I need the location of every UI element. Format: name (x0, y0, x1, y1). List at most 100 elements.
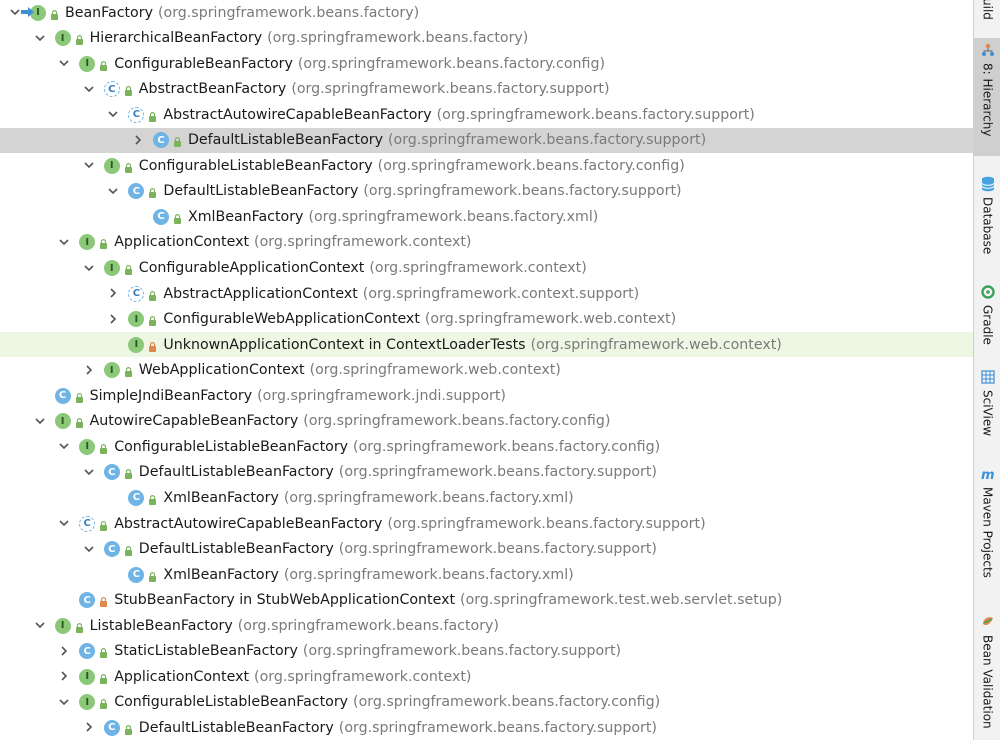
tool-tab-database[interactable]: Database (974, 172, 1000, 262)
expand-arrow-icon[interactable] (57, 644, 71, 658)
tree-node: C XmlBeanFactory (org.springframework.bean… (128, 562, 574, 587)
tool-tab-build[interactable]: uild (974, 0, 1000, 30)
type-name: StaticListableBeanFactory (114, 643, 298, 660)
collapse-arrow-icon[interactable] (82, 82, 96, 96)
collapse-arrow-icon[interactable] (82, 542, 96, 556)
expand-arrow-icon[interactable] (82, 363, 96, 377)
collapse-arrow-icon[interactable] (57, 439, 71, 453)
tree-row[interactable]: I ConfigurableApplicationContext (org.spri… (0, 256, 973, 281)
collapse-arrow-icon[interactable] (33, 618, 47, 632)
expand-arrow-icon[interactable] (82, 720, 96, 734)
tool-tab-maven[interactable]: m Maven Projects (974, 462, 1000, 582)
public-lock-icon (75, 391, 84, 403)
tree-row[interactable]: I ConfigurableListableBeanFactory (org.spr… (0, 434, 973, 459)
tree-row[interactable]: C DefaultListableBeanFactory (org.springfr… (0, 537, 973, 562)
tree-row[interactable]: C StubBeanFactory in StubWebApplicationCo… (0, 588, 973, 613)
tool-tab-bean-validation[interactable]: Bean Validation (974, 610, 1000, 735)
collapse-arrow-icon[interactable] (8, 5, 22, 19)
collapse-arrow-icon[interactable] (106, 107, 120, 121)
package-name: (org.springframework.context) (369, 260, 587, 276)
tree-node: C XmlBeanFactory (org.springframework.bean… (128, 485, 574, 510)
tree-row[interactable]: C XmlBeanFactory (org.springframework.bean… (0, 204, 973, 229)
tree-row[interactable]: C StaticListableBeanFactory (org.springfra… (0, 639, 973, 664)
collapse-arrow-icon[interactable] (57, 516, 71, 530)
package-name: (org.springframework.beans.factory.suppo… (387, 132, 707, 149)
collapse-arrow-icon[interactable] (57, 56, 71, 70)
tree-row[interactable]: I ApplicationContext (org.springframework.… (0, 230, 973, 255)
gradle-icon (980, 284, 996, 300)
tree-row[interactable]: I WebApplicationContext (org.springframewo… (0, 358, 973, 383)
collapse-arrow-icon[interactable] (106, 184, 120, 198)
tool-tab-hierarchy[interactable]: 8: Hierarchy (974, 38, 1000, 156)
tool-tab-label: Gradle (980, 305, 995, 345)
tree-row[interactable]: C AbstractBeanFactory (org.springframework… (0, 77, 973, 102)
tree-row[interactable]: I ApplicationContext (org.springframework.… (0, 664, 973, 689)
interface-icon: I (103, 362, 120, 379)
public-lock-icon (99, 237, 108, 250)
package-name: (org.springframework.beans.factory.xml) (283, 489, 574, 506)
tree-row[interactable]: C DefaultListableBeanFactory (org.springfr… (0, 715, 973, 740)
tree-row[interactable]: C DefaultListableBeanFactory (org.springfr… (0, 460, 973, 485)
tree-row[interactable]: I BeanFactory (org.springframework.beans.f… (0, 0, 973, 25)
collapse-arrow-icon[interactable] (57, 695, 71, 709)
collapse-arrow-icon[interactable] (33, 414, 47, 428)
type-name: DefaultListableBeanFactory (138, 541, 334, 558)
tree-row[interactable]: C DefaultListableBeanFactory (org.springfr… (0, 127, 973, 153)
package-name: (org.springframework.web.context) (424, 311, 677, 328)
tree-row[interactable]: I AutowireCapableBeanFactory (org.springfr… (0, 409, 973, 434)
class-icon: C (103, 719, 120, 736)
tree-row[interactable]: C DefaultListableBeanFactory (org.springfr… (0, 179, 973, 204)
type-name: DefaultListableBeanFactory (138, 719, 334, 736)
expand-arrow-icon[interactable] (106, 286, 120, 300)
tree-row[interactable]: I HierarchicalBeanFactory (org.springframe… (0, 26, 973, 51)
tree-row[interactable]: I UnknownApplicationContext in ContextLoa… (0, 332, 973, 358)
public-lock-icon (148, 570, 157, 582)
tree-row[interactable]: C AbstractAutowireCapableBeanFactory (org.… (0, 102, 973, 127)
tree-node: C SimpleJndiBeanFactory (org.springframewo… (54, 383, 506, 408)
expand-arrow-icon[interactable] (57, 669, 71, 683)
abstract-class-icon: C (103, 81, 120, 98)
class-icon: C (128, 183, 145, 200)
tree-row[interactable]: I ConfigurableListableBeanFactory (org.spr… (0, 153, 973, 178)
type-name: UnknownApplicationContext in ContextLoad… (163, 336, 526, 353)
type-name: BeanFactory (65, 4, 153, 21)
tree-node: I ApplicationContext (org.springframework.… (79, 230, 471, 255)
bean-validation-icon (980, 614, 996, 630)
tree-row[interactable]: I ConfigurableBeanFactory (org.springframe… (0, 51, 973, 76)
tree-row[interactable]: C AbstractAutowireCapableBeanFactory (org.… (0, 511, 973, 536)
tree-row[interactable]: C AbstractApplicationContext (org.springfr… (0, 281, 973, 306)
public-lock-icon (99, 672, 108, 684)
collapse-arrow-icon[interactable] (82, 158, 96, 172)
hierarchy-tree[interactable]: I BeanFactory (org.springframework.beans.f… (0, 0, 973, 740)
tree-row[interactable]: C XmlBeanFactory (org.springframework.bean… (0, 485, 973, 510)
collapse-arrow-icon[interactable] (82, 465, 96, 479)
expand-arrow-icon[interactable] (106, 312, 120, 326)
tool-tab-gradle[interactable]: Gradle (974, 280, 1000, 352)
tree-node: I BeanFactory (org.springframework.beans.f… (21, 0, 420, 25)
interface-icon: I (128, 336, 145, 353)
svg-text:m: m (981, 468, 995, 481)
tree-row[interactable]: C XmlBeanFactory (org.springframework.bean… (0, 562, 973, 587)
collapse-arrow-icon[interactable] (33, 31, 47, 45)
interface-icon: I (21, 4, 46, 21)
package-name: (org.springframework.beans.factory.suppo… (338, 464, 657, 481)
tool-tab-sciview[interactable]: SciView (974, 365, 1000, 445)
tool-tab-label: Database (980, 197, 995, 255)
tree-row[interactable]: C SimpleJndiBeanFactory (org.springframewo… (0, 383, 973, 408)
type-name: AbstractAutowireCapableBeanFactory (114, 515, 383, 532)
interface-icon: I (79, 694, 96, 711)
package-name: (org.springframework.beans.factory) (157, 4, 420, 21)
type-name: DefaultListableBeanFactory (138, 464, 334, 481)
tree-node: I ConfigurableListableBeanFactory (org.spr… (79, 690, 660, 715)
expand-arrow-icon[interactable] (131, 133, 145, 147)
type-name: DefaultListableBeanFactory (163, 183, 359, 200)
tree-row[interactable]: I ConfigurableWebApplicationContext (org.s… (0, 307, 973, 332)
public-lock-icon (50, 8, 59, 20)
tree-row[interactable]: I ConfigurableListableBeanFactory (org.spr… (0, 690, 973, 715)
collapse-arrow-icon[interactable] (82, 261, 96, 275)
collapse-arrow-icon[interactable] (57, 235, 71, 249)
type-name: ConfigurableBeanFactory (114, 55, 293, 72)
tree-row[interactable]: I ListableBeanFactory (org.springframework… (0, 613, 973, 638)
database-icon (980, 176, 996, 192)
public-lock-icon (148, 289, 157, 301)
